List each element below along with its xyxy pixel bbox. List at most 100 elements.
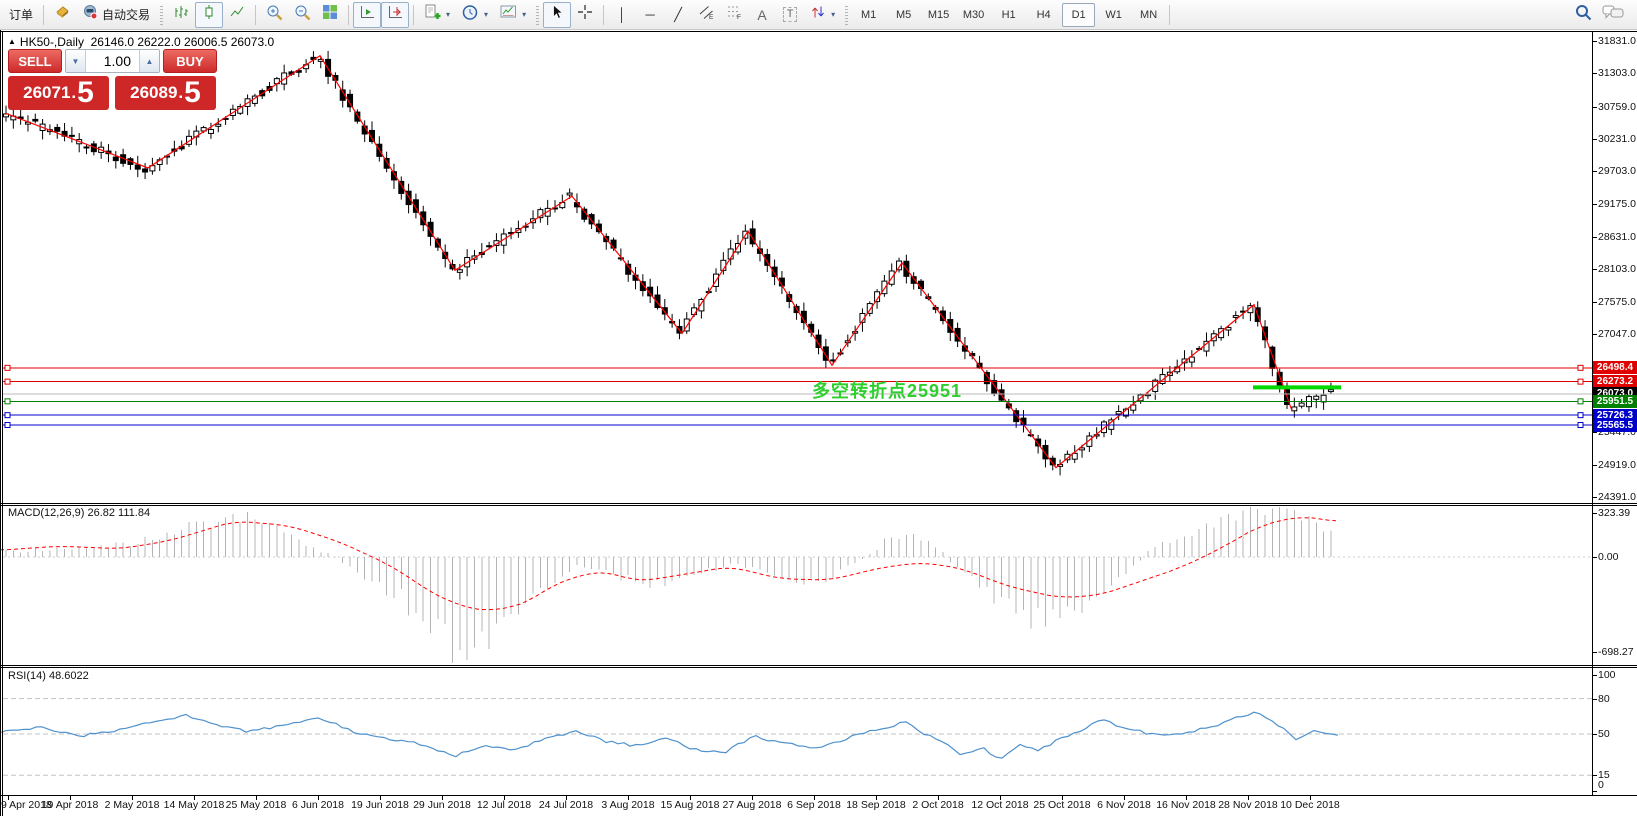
horizontal-line-button[interactable]: ─ bbox=[636, 2, 664, 28]
toolbar-right-icons bbox=[1574, 3, 1634, 26]
periods-clock-icon bbox=[462, 4, 479, 26]
buy-price-main: 26089 bbox=[130, 83, 177, 103]
buy-button[interactable]: BUY bbox=[163, 49, 217, 73]
line-handle bbox=[1578, 399, 1583, 404]
spinner-up-icon: ▲ bbox=[146, 57, 154, 66]
buy-button-label: BUY bbox=[176, 54, 203, 69]
line-chart-button[interactable] bbox=[223, 2, 251, 28]
equidistant-channel-button[interactable]: E bbox=[692, 2, 720, 28]
toolbar-separator bbox=[1169, 5, 1170, 25]
sell-price-main: 26071 bbox=[23, 83, 70, 103]
candlestick-icon bbox=[201, 4, 217, 25]
search-icon[interactable] bbox=[1574, 3, 1592, 26]
vertical-line-button[interactable]: │ bbox=[608, 2, 636, 28]
buy-price-dot: . bbox=[178, 83, 183, 103]
tile-windows-button[interactable] bbox=[316, 2, 344, 28]
rsi-line bbox=[0, 712, 1338, 758]
toolbar-separator bbox=[255, 5, 256, 25]
dropdown-arrow-icon: ▾ bbox=[484, 10, 488, 19]
volume-increase-button[interactable]: ▲ bbox=[139, 50, 159, 72]
auto-trading-button[interactable]: 自动交易 bbox=[76, 2, 156, 28]
volume-input[interactable]: 1.00 bbox=[86, 50, 139, 72]
horizontal-line-icon: ─ bbox=[645, 8, 654, 21]
periods-button[interactable]: ▾ bbox=[456, 2, 494, 28]
trendline-button[interactable]: ╱ bbox=[664, 2, 692, 28]
candles-layer bbox=[4, 51, 1334, 475]
text-label-button[interactable]: T bbox=[776, 2, 804, 28]
chart-shift-button[interactable] bbox=[381, 2, 409, 28]
line-handle bbox=[1578, 365, 1583, 370]
dropdown-arrow-icon: ▾ bbox=[446, 10, 450, 19]
auto-scroll-button[interactable] bbox=[353, 2, 381, 28]
crosshair-button[interactable] bbox=[571, 2, 599, 28]
templates-icon bbox=[500, 4, 517, 25]
candlestick-chart-button[interactable] bbox=[195, 2, 223, 28]
toolbar-drag-handle[interactable] bbox=[845, 5, 848, 25]
vertical-line-icon: │ bbox=[618, 8, 626, 21]
volume-decrease-button[interactable]: ▼ bbox=[66, 50, 86, 72]
indicators-icon bbox=[424, 4, 441, 26]
sell-price-box[interactable]: 26071.5 bbox=[8, 76, 109, 110]
buy-price-box[interactable]: 26089.5 bbox=[115, 76, 216, 110]
line-handle bbox=[5, 423, 10, 428]
zoom-out-button[interactable] bbox=[288, 2, 316, 28]
templates-button[interactable]: ▾ bbox=[494, 2, 532, 28]
bar-chart-button[interactable] bbox=[167, 2, 195, 28]
fibonacci-icon: F bbox=[726, 4, 743, 25]
metaeditor-button[interactable] bbox=[48, 2, 76, 28]
toolbar-separator bbox=[603, 5, 604, 25]
sell-price-fraction: 5 bbox=[77, 79, 94, 107]
sell-button[interactable]: SELL bbox=[8, 49, 62, 73]
zoom-in-button[interactable] bbox=[260, 2, 288, 28]
arrows-button[interactable]: ▾ bbox=[804, 2, 841, 28]
timeframe-group: M1M5M15M30H1H4D1W1MN bbox=[852, 3, 1165, 27]
new-order-button[interactable]: 订单 bbox=[3, 2, 39, 28]
dropdown-arrow-icon: ▾ bbox=[831, 10, 835, 19]
spinner-down-icon: ▼ bbox=[72, 57, 80, 66]
line-handle bbox=[1578, 423, 1583, 428]
timeframe-button-H4[interactable]: H4 bbox=[1027, 3, 1060, 27]
line-handle bbox=[5, 413, 10, 418]
line-handle bbox=[5, 379, 10, 384]
tile-windows-icon bbox=[322, 4, 338, 25]
toolbar-separator bbox=[348, 5, 349, 25]
chat-icon[interactable] bbox=[1602, 4, 1624, 26]
chart-shift-icon bbox=[387, 4, 403, 25]
line-handle bbox=[5, 365, 10, 370]
toolbar-separator bbox=[413, 5, 414, 25]
line-handle bbox=[5, 399, 10, 404]
buy-price-fraction: 5 bbox=[184, 79, 201, 107]
cursor-button[interactable] bbox=[543, 2, 571, 28]
toolbar-separator bbox=[43, 5, 44, 25]
chart-canvas[interactable] bbox=[0, 0, 1637, 816]
new-order-label: 订单 bbox=[9, 6, 33, 23]
text-label-icon: T bbox=[783, 7, 798, 22]
toolbar-drag-handle[interactable] bbox=[536, 5, 539, 25]
zoom-out-icon bbox=[294, 4, 311, 26]
indicators-button[interactable]: ▾ bbox=[418, 2, 456, 28]
svg-text:F: F bbox=[737, 14, 741, 20]
dropdown-arrow-icon: ▾ bbox=[522, 10, 526, 19]
sell-price-dot: . bbox=[71, 83, 76, 103]
text-button[interactable]: A bbox=[748, 2, 776, 28]
metaeditor-icon bbox=[54, 4, 71, 26]
timeframe-button-M15[interactable]: M15 bbox=[922, 3, 955, 27]
timeframe-button-M5[interactable]: M5 bbox=[887, 3, 920, 27]
text-icon: A bbox=[757, 8, 766, 22]
fibonacci-button[interactable]: F bbox=[720, 2, 748, 28]
timeframe-button-M30[interactable]: M30 bbox=[957, 3, 990, 27]
toolbar-drag-handle[interactable] bbox=[160, 5, 163, 25]
toolbar: 订单 自动交易 ▾ ▾ ▾ bbox=[0, 0, 1637, 30]
line-chart-icon bbox=[229, 4, 245, 25]
timeframe-button-MN[interactable]: MN bbox=[1132, 3, 1165, 27]
timeframe-button-W1[interactable]: W1 bbox=[1097, 3, 1130, 27]
timeframe-button-M1[interactable]: M1 bbox=[852, 3, 885, 27]
arrows-icon bbox=[810, 4, 826, 25]
timeframe-button-D1[interactable]: D1 bbox=[1062, 3, 1095, 27]
volume-spinner: ▼ 1.00 ▲ bbox=[65, 49, 160, 73]
trendline-icon: ╱ bbox=[674, 8, 682, 21]
zigzag-line bbox=[6, 56, 1292, 468]
line-handle bbox=[1578, 413, 1583, 418]
timeframe-button-H1[interactable]: H1 bbox=[992, 3, 1025, 27]
line-handle bbox=[1578, 379, 1583, 384]
